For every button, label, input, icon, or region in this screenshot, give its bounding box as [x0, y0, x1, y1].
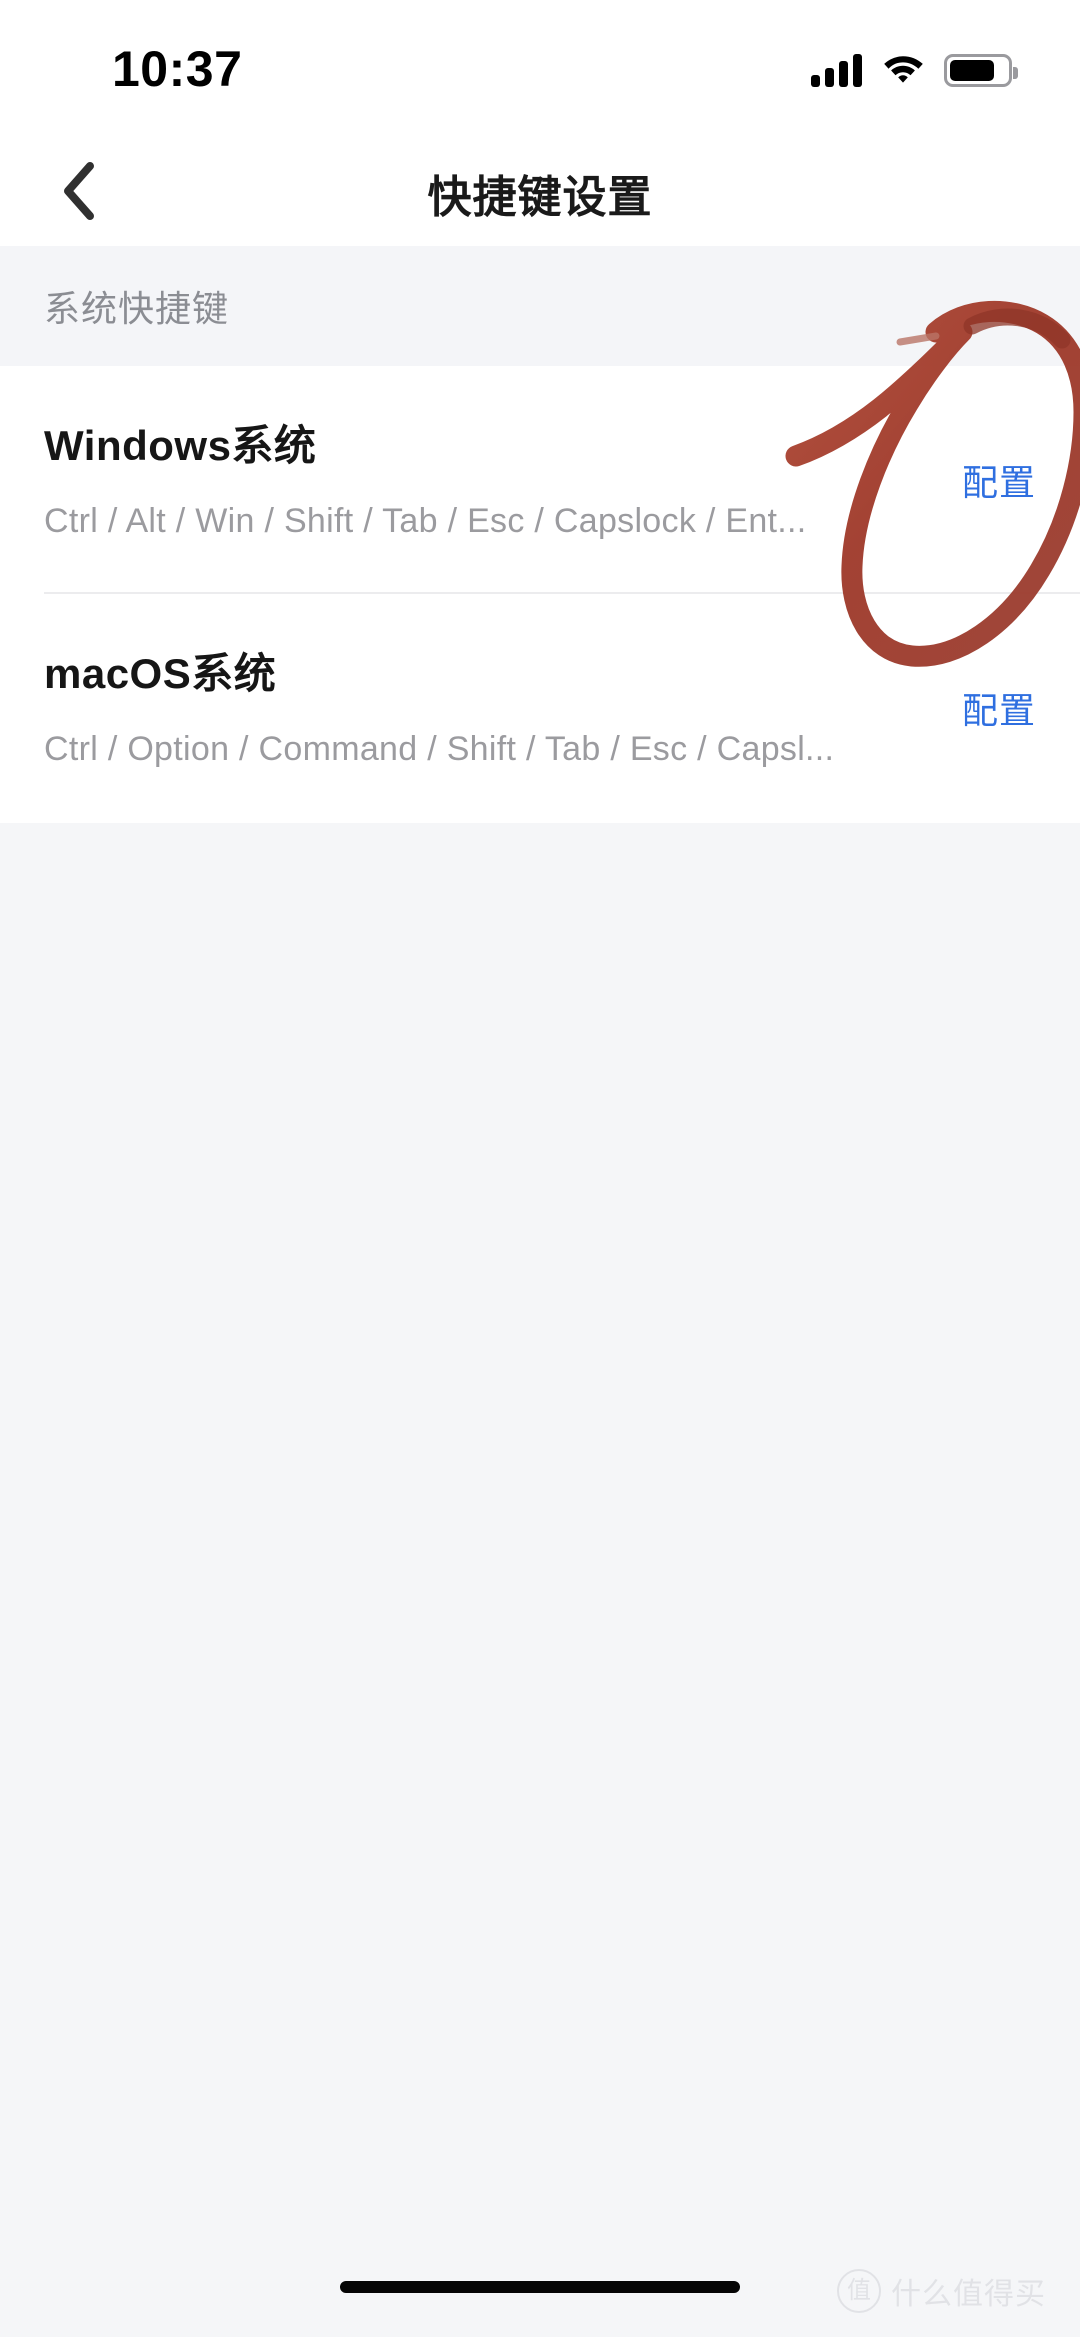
list-item-text: macOS系统 Ctrl / Option / Command / Shift …	[44, 646, 962, 770]
list-item-subtitle: Ctrl / Alt / Win / Shift / Tab / Esc / C…	[44, 502, 807, 540]
section-header-label: 系统快捷键	[44, 288, 230, 329]
status-bar-icons	[811, 44, 1018, 96]
list-item-subtitle: Ctrl / Option / Command / Shift / Tab / …	[44, 730, 835, 768]
list-item[interactable]: Windows系统 Ctrl / Alt / Win / Shift / Tab…	[0, 366, 1080, 594]
list-item[interactable]: macOS系统 Ctrl / Option / Command / Shift …	[0, 594, 1080, 822]
status-bar-time: 10:37	[112, 41, 243, 97]
phone-screen: 10:37 快捷键设置 系统快捷键 Windows系统 Ctrl / Alt /…	[0, 0, 1080, 2337]
section-header: 系统快捷键	[0, 246, 1080, 366]
watermark-logo-icon: 值	[837, 2269, 881, 2313]
cellular-signal-icon	[811, 53, 862, 87]
page-title: 快捷键设置	[427, 173, 653, 222]
navigation-bar: 快捷键设置	[0, 140, 1080, 246]
list-item-title: Windows系统	[44, 422, 317, 469]
list-item-title: macOS系统	[44, 650, 277, 697]
list-item-text: Windows系统 Ctrl / Alt / Win / Shift / Tab…	[44, 418, 962, 542]
status-bar: 10:37	[0, 0, 1080, 140]
watermark-text: 什么值得买	[891, 2278, 1046, 2311]
configure-button[interactable]: 配置	[962, 682, 1036, 734]
home-indicator[interactable]	[340, 2281, 740, 2293]
battery-icon	[944, 53, 1018, 87]
watermark: 值 什么值得买	[837, 2269, 1046, 2313]
configure-button[interactable]: 配置	[962, 454, 1036, 506]
wifi-icon	[880, 51, 926, 90]
chevron-left-icon	[62, 161, 96, 225]
shortcut-list: Windows系统 Ctrl / Alt / Win / Shift / Tab…	[0, 366, 1080, 823]
back-button[interactable]	[24, 140, 134, 246]
